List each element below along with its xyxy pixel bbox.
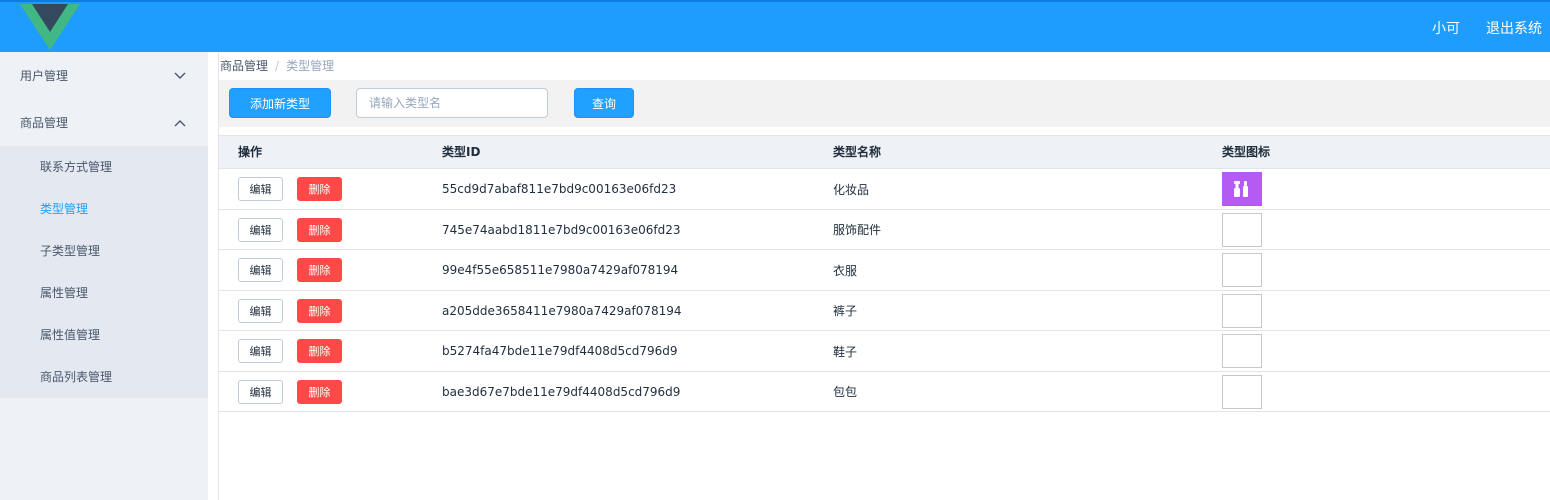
type-table: 操作 类型ID 类型名称 类型图标 编辑 删除 55cd9d7abaf811e7… <box>219 135 1550 412</box>
menu-group-product-management[interactable]: 商品管理 <box>0 99 208 146</box>
user-name-link[interactable]: 小可 <box>1432 18 1460 38</box>
type-id-cell: bae3d67e7bde11e79df4408d5cd796d9 <box>442 384 681 399</box>
chevron-down-icon <box>174 72 186 79</box>
table-row: 编辑 删除 a205dde3658411e7980a7429af078194 裤… <box>219 291 1550 331</box>
delete-button[interactable]: 删除 <box>297 339 342 363</box>
table-row: 编辑 删除 99e4f55e658511e7980a7429af078194 衣… <box>219 250 1550 291</box>
type-icon-cell <box>1222 334 1262 368</box>
submenu-item-subtype[interactable]: 子类型管理 <box>0 230 208 272</box>
delete-button[interactable]: 删除 <box>297 379 342 404</box>
menu-group-label: 商品管理 <box>20 116 69 130</box>
type-name-cell: 服饰配件 <box>833 223 882 237</box>
type-icon-cell <box>1222 172 1262 206</box>
type-icon-cell <box>1222 374 1262 409</box>
type-name-cell: 裤子 <box>833 304 858 318</box>
delete-button[interactable]: 删除 <box>297 258 342 282</box>
type-name-search-input[interactable] <box>356 88 548 118</box>
main-content: 商品管理 / 类型管理 添加新类型 查询 操作 类型ID 类型名称 类型图标 编辑 … <box>218 52 1550 500</box>
delete-button[interactable]: 删除 <box>297 217 342 242</box>
column-header-type-id[interactable]: 类型ID <box>442 136 480 169</box>
sidebar: 用户管理 商品管理 联系方式管理 类型管理 子类型管理 属性管理 属性值管理 商… <box>0 52 208 500</box>
table-header: 操作 类型ID 类型名称 类型图标 <box>219 135 1550 169</box>
cosmetics-icon <box>1234 181 1248 197</box>
query-button[interactable]: 查询 <box>574 88 634 118</box>
type-name-cell: 包包 <box>833 385 858 399</box>
table-row: 编辑 删除 55cd9d7abaf811e7bd9c00163e06fd23 化… <box>219 169 1550 210</box>
edit-button[interactable]: 编辑 <box>238 339 283 363</box>
table-row: 编辑 删除 b5274fa47bde11e79df4408d5cd796d9 鞋… <box>219 331 1550 372</box>
type-icon-cell <box>1222 212 1262 247</box>
delete-button[interactable]: 删除 <box>297 177 342 201</box>
edit-button[interactable]: 编辑 <box>238 258 283 282</box>
type-id-cell: 55cd9d7abaf811e7bd9c00163e06fd23 <box>442 182 677 196</box>
chevron-up-icon <box>174 119 186 126</box>
breadcrumb-separator: / <box>275 59 280 73</box>
submenu-item-product-list[interactable]: 商品列表管理 <box>0 356 208 398</box>
type-name-cell: 衣服 <box>833 263 858 278</box>
menu-group-user-management[interactable]: 用户管理 <box>0 52 208 99</box>
edit-button[interactable]: 编辑 <box>238 217 283 242</box>
submenu-item-attribute-value[interactable]: 属性值管理 <box>0 314 208 356</box>
type-icon-cell <box>1222 293 1262 328</box>
menu-group-label: 用户管理 <box>20 69 69 83</box>
table-row: 编辑 删除 745e74aabd1811e7bd9c00163e06fd23 服… <box>219 210 1550 250</box>
type-icon-cell <box>1222 253 1262 287</box>
breadcrumb-current: 类型管理 <box>286 59 335 73</box>
submenu-product-management: 联系方式管理 类型管理 子类型管理 属性管理 属性值管理 商品列表管理 <box>0 146 208 398</box>
type-id-cell: 745e74aabd1811e7bd9c00163e06fd23 <box>442 222 681 237</box>
type-name-cell: 鞋子 <box>833 344 858 359</box>
table-row: 编辑 删除 bae3d67e7bde11e79df4408d5cd796d9 包… <box>219 372 1550 412</box>
submenu-item-type[interactable]: 类型管理 <box>0 188 208 230</box>
edit-button[interactable]: 编辑 <box>238 298 283 323</box>
type-name-cell: 化妆品 <box>833 182 870 197</box>
vue-logo <box>20 4 80 50</box>
edit-button[interactable]: 编辑 <box>238 379 283 404</box>
type-id-cell: a205dde3658411e7980a7429af078194 <box>442 303 682 318</box>
submenu-item-attribute[interactable]: 属性管理 <box>0 272 208 314</box>
breadcrumb: 商品管理 / 类型管理 <box>219 52 1550 80</box>
type-id-cell: b5274fa47bde11e79df4408d5cd796d9 <box>442 344 678 358</box>
edit-button[interactable]: 编辑 <box>238 177 283 201</box>
column-header-type-icon[interactable]: 类型图标 <box>1222 136 1270 169</box>
delete-button[interactable]: 删除 <box>297 298 342 323</box>
top-navbar: 小可 退出系统 <box>0 0 1550 52</box>
toolbar: 添加新类型 查询 <box>219 80 1550 127</box>
column-header-actions: 操作 <box>238 145 263 159</box>
add-type-button[interactable]: 添加新类型 <box>229 88 331 118</box>
submenu-item-contact[interactable]: 联系方式管理 <box>0 146 208 188</box>
type-id-cell: 99e4f55e658511e7980a7429af078194 <box>442 263 679 277</box>
column-header-type-name[interactable]: 类型名称 <box>833 136 881 169</box>
breadcrumb-parent[interactable]: 商品管理 <box>220 59 268 73</box>
logout-link[interactable]: 退出系统 <box>1486 18 1542 38</box>
